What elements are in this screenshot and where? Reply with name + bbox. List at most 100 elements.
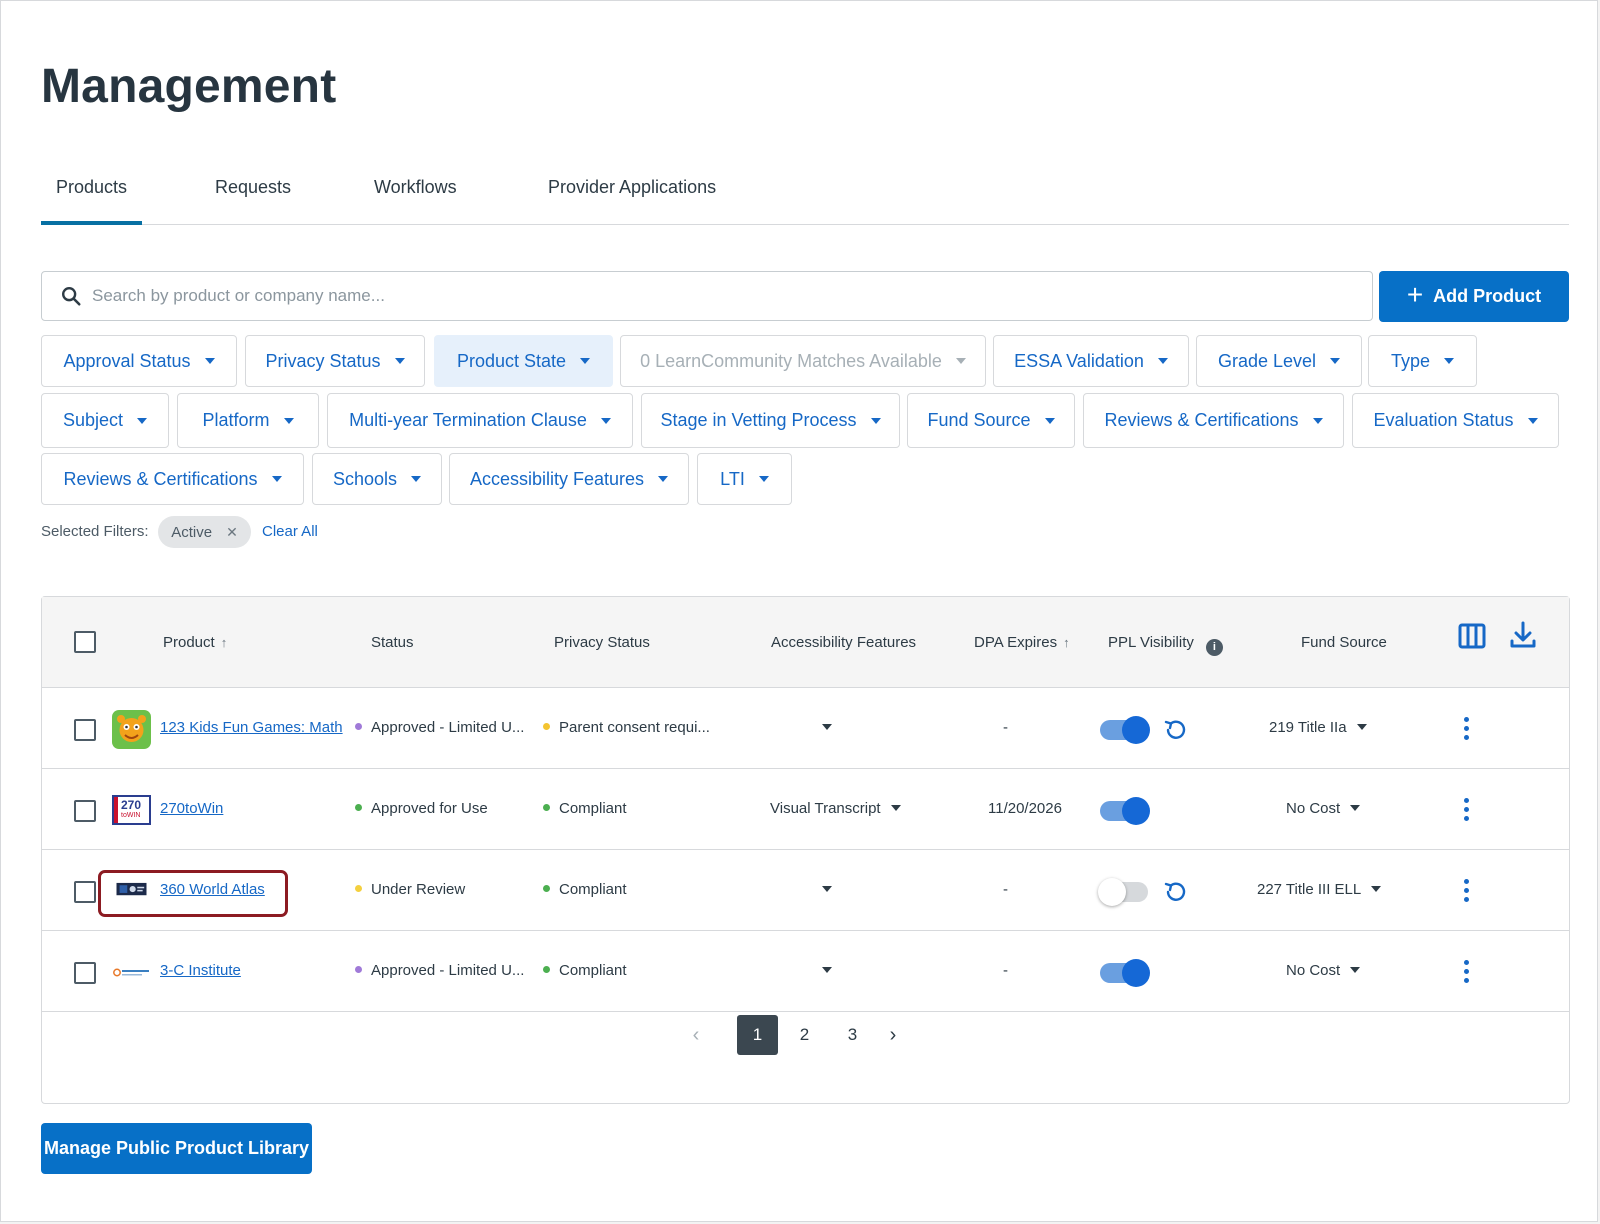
header-label: PPL Visibility — [1108, 634, 1194, 651]
clear-all-link[interactable]: Clear All — [262, 523, 318, 540]
filter-reviews-certifications-2[interactable]: Reviews & Certifications — [41, 453, 304, 505]
filter-lti[interactable]: LTI — [697, 453, 792, 505]
row-checkbox[interactable] — [74, 881, 96, 903]
selected-filter-active[interactable]: Active ✕ — [158, 516, 251, 548]
filter-subject[interactable]: Subject — [41, 393, 169, 448]
toggle-knob — [1098, 878, 1126, 906]
row-actions-icon[interactable] — [1464, 717, 1470, 741]
select-all-checkbox[interactable] — [74, 631, 96, 653]
caret-down-icon — [204, 358, 215, 364]
fund-source-dropdown[interactable]: No Cost — [1286, 800, 1361, 817]
caret-down-icon — [1527, 417, 1538, 424]
reset-icon[interactable] — [1162, 879, 1188, 905]
tab-requests[interactable]: Requests — [215, 177, 291, 198]
caret-down-icon — [890, 805, 901, 811]
filter-evaluation-status[interactable]: Evaluation Status — [1352, 393, 1559, 448]
product-logo-3c-institute — [113, 968, 149, 977]
header-dpa-expires[interactable]: DPA Expires ↑ — [974, 634, 1070, 651]
tab-workflows[interactable]: Workflows — [374, 177, 457, 198]
caret-down-icon — [580, 358, 591, 364]
header-ppl-visibility[interactable]: PPL Visibility i — [1108, 634, 1223, 656]
row-actions-icon[interactable] — [1464, 960, 1470, 984]
page-2[interactable]: 2 — [784, 1015, 825, 1055]
status-text: Approved for Use — [371, 800, 488, 817]
filter-grade-level[interactable]: Grade Level — [1196, 335, 1362, 387]
page-1[interactable]: 1 — [737, 1015, 778, 1055]
accessibility-text: Visual Transcript — [770, 800, 881, 817]
fund-source-dropdown[interactable]: No Cost — [1286, 962, 1361, 979]
header-product[interactable]: Product ↑ — [163, 634, 227, 651]
product-link[interactable]: 3-C Institute — [160, 962, 241, 979]
accessibility-dropdown[interactable] — [812, 962, 832, 979]
header-fund-source[interactable]: Fund Source — [1301, 634, 1387, 651]
product-link[interactable]: 270toWin — [160, 800, 223, 817]
product-logo-123-kids — [112, 710, 151, 749]
privacy-text: Compliant — [559, 881, 627, 898]
caret-down-icon — [137, 417, 148, 424]
fund-source-dropdown[interactable]: 227 Title III ELL — [1257, 881, 1382, 898]
caret-down-icon — [822, 886, 832, 892]
caret-down-icon — [1350, 805, 1361, 811]
caret-down-icon — [411, 476, 422, 482]
ppl-visibility-toggle[interactable] — [1098, 878, 1148, 906]
row-actions-icon[interactable] — [1464, 798, 1470, 822]
ppl-visibility-toggle[interactable] — [1100, 716, 1150, 744]
filter-platform[interactable]: Platform — [177, 393, 319, 448]
caret-down-icon — [758, 476, 769, 482]
filter-approval-status[interactable]: Approval Status — [41, 335, 237, 387]
header-status[interactable]: Status — [371, 634, 414, 651]
columns-icon[interactable] — [1458, 622, 1486, 650]
header-accessibility[interactable]: Accessibility Features — [771, 634, 916, 651]
reset-icon[interactable] — [1162, 717, 1188, 743]
search-input[interactable] — [92, 272, 1362, 320]
prev-page-icon[interactable]: ‹ — [682, 1015, 710, 1055]
accessibility-dropdown[interactable] — [812, 719, 832, 736]
sort-up-icon: ↑ — [1063, 635, 1070, 650]
page-3[interactable]: 3 — [832, 1015, 873, 1055]
product-link[interactable]: 123 Kids Fun Games: Math — [160, 719, 343, 736]
table-row: 270 toWIN 270toWin Approved for Use Comp… — [42, 769, 1569, 850]
privacy-cell: Compliant — [543, 800, 627, 817]
logo-text: 270 — [121, 798, 142, 812]
row-checkbox[interactable] — [74, 719, 96, 741]
manage-public-product-library-button[interactable]: Manage Public Product Library — [41, 1123, 312, 1174]
filter-multi-year-termination[interactable]: Multi-year Termination Clause — [327, 393, 633, 448]
filter-label: Subject — [62, 410, 124, 430]
filter-label: Platform — [202, 410, 270, 430]
status-cell: Under Review — [355, 881, 465, 898]
caret-down-icon — [1330, 358, 1341, 364]
row-checkbox[interactable] — [74, 800, 96, 822]
next-page-icon[interactable]: › — [879, 1015, 907, 1055]
download-icon[interactable] — [1508, 620, 1538, 650]
info-icon[interactable]: i — [1205, 639, 1223, 656]
filter-privacy-status[interactable]: Privacy Status — [245, 335, 425, 387]
filter-fund-source[interactable]: Fund Source — [907, 393, 1075, 448]
header-privacy-status[interactable]: Privacy Status — [554, 634, 650, 651]
filter-schools[interactable]: Schools — [312, 453, 442, 505]
filter-reviews-certifications[interactable]: Reviews & Certifications — [1083, 393, 1344, 448]
accessibility-dropdown[interactable] — [812, 881, 832, 898]
remove-filter-icon[interactable]: ✕ — [226, 524, 238, 541]
tab-provider-applications[interactable]: Provider Applications — [548, 177, 716, 198]
filter-type[interactable]: Type — [1368, 335, 1477, 387]
fund-source-dropdown[interactable]: 219 Title IIa — [1269, 719, 1367, 736]
filter-label: Reviews & Certifications — [63, 468, 258, 489]
filter-label: Privacy Status — [265, 350, 381, 371]
accessibility-dropdown[interactable]: Visual Transcript — [770, 800, 901, 817]
filter-essa-validation[interactable]: ESSA Validation — [993, 335, 1189, 387]
tab-products[interactable]: Products — [56, 177, 127, 198]
filter-label: 0 LearnCommunity Matches Available — [640, 350, 942, 371]
row-actions-icon[interactable] — [1464, 879, 1470, 903]
row-checkbox[interactable] — [74, 962, 96, 984]
caret-down-icon — [283, 417, 294, 424]
filter-product-state[interactable]: Product State — [434, 335, 613, 387]
active-tab-indicator — [41, 221, 142, 225]
status-dot — [355, 885, 362, 892]
add-product-button[interactable]: + Add Product — [1379, 271, 1569, 322]
ppl-visibility-toggle[interactable] — [1100, 959, 1150, 987]
dpa-cell: - — [1003, 719, 1008, 736]
filter-accessibility-features[interactable]: Accessibility Features — [449, 453, 689, 505]
filter-stage-in-vetting[interactable]: Stage in Vetting Process — [641, 393, 900, 448]
ppl-visibility-toggle[interactable] — [1100, 797, 1150, 825]
filter-label: Approval Status — [63, 350, 191, 371]
